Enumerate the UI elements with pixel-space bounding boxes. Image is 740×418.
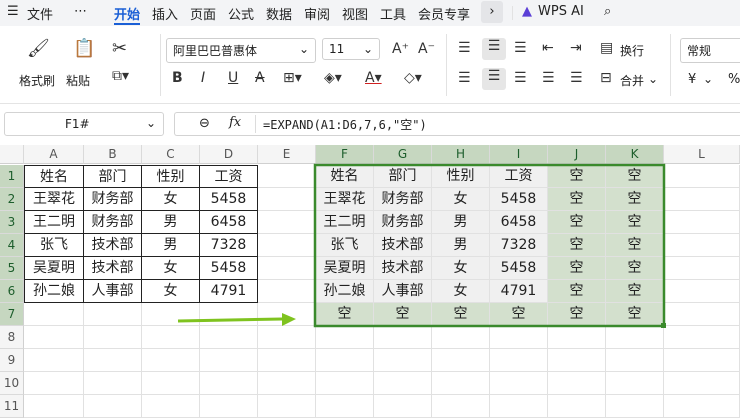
hamburger-icon[interactable]: ☰ bbox=[7, 4, 19, 19]
align-middle-icon[interactable]: ☰ bbox=[482, 38, 506, 60]
strikethrough-icon[interactable]: A bbox=[255, 70, 265, 86]
font-name-select[interactable]: 阿里巴巴普惠体 ⌄ bbox=[166, 38, 316, 63]
tab-home[interactable]: 开始 bbox=[114, 4, 140, 23]
indent-decrease-icon[interactable]: ⇤ bbox=[542, 40, 554, 56]
font-size-select[interactable]: 11 ⌄ bbox=[322, 38, 380, 60]
formula-text: =EXPAND(A1:D6,7,6,"空") bbox=[263, 118, 427, 132]
name-box[interactable]: F1# ⌄ bbox=[4, 112, 164, 136]
tab-tools[interactable]: 工具 bbox=[380, 4, 406, 23]
menu-bar: ☰ 文件 ⋯ 开始 插入 页面 公式 数据 审阅 视图 工具 会员专享 › ▲ … bbox=[0, 0, 740, 26]
chevron-down-icon[interactable]: ⌄ bbox=[146, 116, 156, 130]
underline-icon[interactable]: U bbox=[228, 70, 238, 86]
merge-icon[interactable]: ⊟ bbox=[600, 70, 612, 86]
chevron-down-icon[interactable]: ⌄ bbox=[648, 72, 658, 86]
bold-icon[interactable]: B bbox=[172, 70, 183, 86]
currency-button[interactable]: ¥ bbox=[688, 72, 696, 87]
format-painter-icon[interactable]: 🖌 bbox=[27, 38, 50, 59]
eraser-icon[interactable]: ◇▾ bbox=[404, 70, 422, 86]
tab-view[interactable]: 视图 bbox=[342, 4, 368, 23]
number-format-select[interactable]: 常规 bbox=[680, 38, 740, 63]
paste-icon[interactable]: 📋 bbox=[73, 38, 95, 59]
chevron-down-icon[interactable]: ⌄ bbox=[703, 72, 713, 86]
fill-handle bbox=[661, 323, 666, 328]
align-right-icon[interactable]: ☰ bbox=[514, 70, 527, 86]
font-color-icon[interactable]: A▾ bbox=[365, 70, 382, 86]
menu-more[interactable]: ⋯ bbox=[74, 4, 87, 19]
percent-button[interactable]: % bbox=[728, 72, 740, 87]
zoom-icon[interactable]: ⊖ bbox=[199, 116, 210, 131]
spill-range-border bbox=[313, 163, 666, 328]
tab-data[interactable]: 数据 bbox=[266, 4, 292, 23]
ribbon: 🖌 格式刷 📋 粘贴 ✂ ⧉▾ 阿里巴巴普惠体 ⌄ 11 ⌄ A⁺ A⁻ B I U… bbox=[0, 26, 740, 104]
align-left-icon[interactable]: ☰ bbox=[458, 70, 471, 86]
justify-icon[interactable]: ☰ bbox=[542, 70, 555, 86]
arrow-shaft bbox=[177, 317, 283, 323]
menu-file[interactable]: 文件 bbox=[27, 4, 53, 23]
formula-bar: F1# ⌄ ⊖ fx =EXPAND(A1:D6,7,6,"空") bbox=[0, 108, 740, 140]
fill-color-icon[interactable]: ◈▾ bbox=[324, 70, 342, 86]
search-icon[interactable]: ⌕ bbox=[604, 4, 611, 19]
paste-label[interactable]: 粘贴 bbox=[66, 72, 90, 89]
active-tab-indicator bbox=[114, 23, 140, 25]
align-top-icon[interactable]: ☰ bbox=[458, 40, 471, 56]
increase-font-icon[interactable]: A⁺ bbox=[392, 41, 409, 57]
align-bottom-icon[interactable]: ☰ bbox=[514, 40, 527, 56]
chevron-down-icon: ⌄ bbox=[362, 42, 373, 56]
tab-page[interactable]: 页面 bbox=[190, 4, 216, 23]
align-center-icon[interactable]: ☰ bbox=[482, 68, 506, 90]
wrap-text-icon[interactable]: ▤ bbox=[600, 40, 613, 56]
merge-label[interactable]: 合并 bbox=[620, 72, 644, 89]
chevron-right-icon[interactable]: › bbox=[481, 1, 503, 23]
arrow-head bbox=[282, 313, 296, 326]
function-icon[interactable]: fx bbox=[229, 115, 241, 130]
spreadsheet-grid[interactable]: A B C D E F G H I J K L 1 2 3 4 5 6 7 8 9 10 11 姓名 部门 性别 工资 姓名 部门 性别工… bbox=[0, 145, 740, 418]
decrease-font-icon[interactable]: A⁻ bbox=[418, 41, 435, 57]
wrap-text-label[interactable]: 换行 bbox=[620, 42, 644, 59]
indent-increase-icon[interactable]: ⇥ bbox=[570, 40, 582, 56]
italic-icon[interactable]: I bbox=[201, 70, 205, 86]
tab-member[interactable]: 会员专享 bbox=[418, 4, 470, 23]
tab-formula[interactable]: 公式 bbox=[228, 4, 254, 23]
wps-ai-icon: ▲ bbox=[522, 4, 532, 19]
formula-input[interactable]: ⊖ fx =EXPAND(A1:D6,7,6,"空") bbox=[174, 112, 740, 136]
tab-insert[interactable]: 插入 bbox=[152, 4, 178, 23]
format-painter-label[interactable]: 格式刷 bbox=[19, 72, 55, 89]
chevron-down-icon: ⌄ bbox=[298, 42, 309, 56]
copy-icon[interactable]: ⧉▾ bbox=[112, 68, 129, 84]
distributed-icon[interactable]: ☰ bbox=[570, 70, 583, 86]
wps-ai-button[interactable]: WPS AI bbox=[538, 4, 584, 19]
border-icon[interactable]: ⊞▾ bbox=[283, 70, 302, 86]
tab-review[interactable]: 审阅 bbox=[304, 4, 330, 23]
cut-icon[interactable]: ✂ bbox=[112, 38, 127, 59]
